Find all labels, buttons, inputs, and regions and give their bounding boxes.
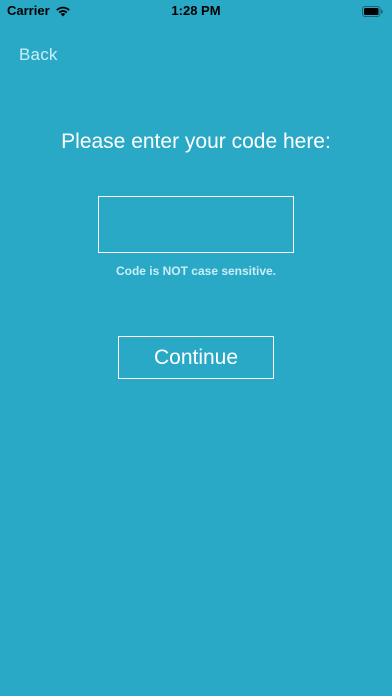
- continue-button[interactable]: Continue: [118, 336, 274, 379]
- status-time: 1:28 PM: [171, 3, 221, 18]
- status-bar: Carrier 1:28 PM: [0, 0, 392, 22]
- page-title: Please enter your code here:: [61, 130, 331, 153]
- battery-icon: [362, 5, 383, 17]
- code-input[interactable]: [98, 196, 294, 253]
- back-button[interactable]: Back: [19, 45, 58, 65]
- code-hint: Code is NOT case sensitive.: [115, 264, 277, 278]
